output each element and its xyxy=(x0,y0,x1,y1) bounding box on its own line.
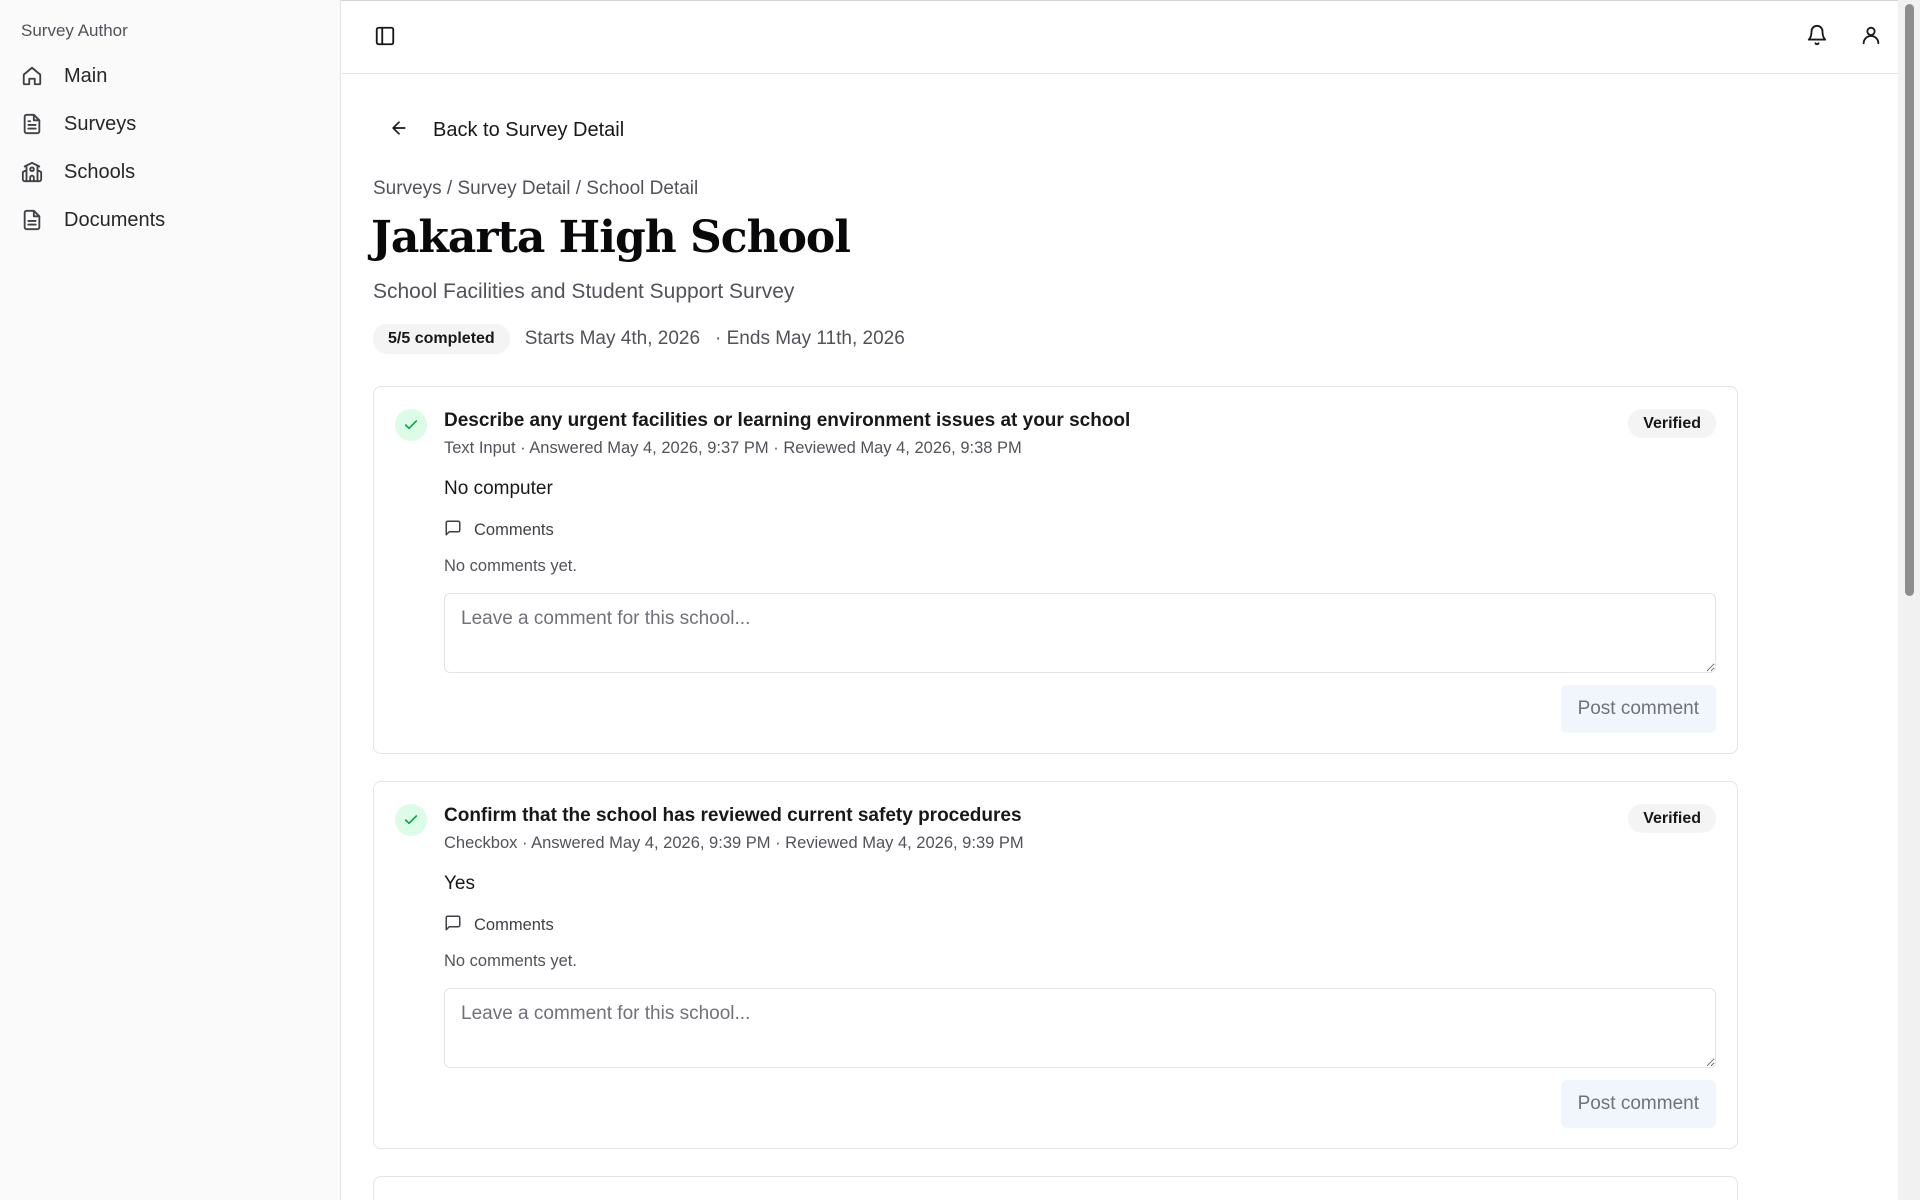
question-meta: Checkbox · Answered May 4, 2026, 9:39 PM… xyxy=(444,834,1024,852)
comment-input[interactable] xyxy=(444,988,1716,1068)
check-icon xyxy=(395,409,427,441)
comment-input[interactable] xyxy=(444,593,1716,673)
end-date: · Ends May 11th, 2026 xyxy=(715,328,905,349)
question-title: Confirm that the school has reviewed cur… xyxy=(444,805,1022,826)
back-label: Back to Survey Detail xyxy=(433,119,625,141)
home-icon xyxy=(21,65,43,87)
sidebar-toggle-icon[interactable] xyxy=(374,25,398,49)
back-to-survey-link[interactable]: Back to Survey Detail xyxy=(389,118,624,143)
post-comment-button[interactable]: Post comment xyxy=(1560,1080,1716,1128)
survey-subtitle: School Facilities and Student Support Su… xyxy=(373,280,795,303)
question-card: Describe any urgent facilities or learni… xyxy=(373,386,1738,754)
answer-text: No computer xyxy=(444,478,553,499)
sidebar: Survey Author Main Surveys Schools Docum… xyxy=(0,0,341,1200)
comment-icon xyxy=(444,914,462,937)
top-header xyxy=(342,1,1898,74)
question-title: Describe any urgent facilities or learni… xyxy=(444,410,1131,431)
page-scrollbar[interactable] xyxy=(1898,0,1920,1200)
question-meta: Text Input · Answered May 4, 2026, 9:37 … xyxy=(444,439,1022,457)
sidebar-title: Survey Author xyxy=(21,21,128,40)
start-date: Starts May 4th, 2026 xyxy=(524,328,701,349)
no-comments-text: No comments yet. xyxy=(444,557,577,575)
comment-icon xyxy=(444,519,462,542)
breadcrumb: Surveys / Survey Detail / School Detail xyxy=(373,178,699,199)
sidebar-item-documents[interactable]: Documents xyxy=(0,196,341,244)
sidebar-item-label: Main xyxy=(64,64,108,87)
question-card xyxy=(373,1176,1738,1200)
sidebar-item-main[interactable]: Main xyxy=(0,52,341,100)
question-card: Confirm that the school has reviewed cur… xyxy=(373,781,1738,1149)
page-title: Jakarta High School xyxy=(371,212,851,263)
sidebar-item-label: Surveys xyxy=(64,112,137,135)
status-badge: Verified xyxy=(1628,804,1716,833)
check-icon xyxy=(395,804,427,836)
sidebar-item-surveys[interactable]: Surveys xyxy=(0,100,341,148)
sidebar-nav: Main Surveys Schools Documents xyxy=(0,52,341,244)
post-comment-button[interactable]: Post comment xyxy=(1560,685,1716,733)
answer-text: Yes xyxy=(444,873,475,894)
sidebar-item-schools[interactable]: Schools xyxy=(0,148,341,196)
sidebar-item-label: Schools xyxy=(64,160,136,183)
file-text-icon xyxy=(21,113,43,135)
survey-meta: 5/5 completed Starts May 4th, 2026 · End… xyxy=(373,324,905,354)
comments-label: Comments xyxy=(474,521,554,539)
no-comments-text: No comments yet. xyxy=(444,952,577,970)
bell-icon[interactable] xyxy=(1806,24,1830,48)
completed-badge: 5/5 completed xyxy=(373,324,510,354)
document-icon xyxy=(21,209,43,231)
arrow-left-icon xyxy=(389,118,409,143)
comments-header: Comments xyxy=(444,519,554,542)
status-badge: Verified xyxy=(1628,409,1716,438)
comments-header: Comments xyxy=(444,914,554,937)
sidebar-item-label: Documents xyxy=(64,208,166,231)
comments-label: Comments xyxy=(474,916,554,934)
scrollbar-thumb[interactable] xyxy=(1905,4,1914,596)
school-icon xyxy=(21,161,43,183)
user-icon[interactable] xyxy=(1860,24,1884,48)
